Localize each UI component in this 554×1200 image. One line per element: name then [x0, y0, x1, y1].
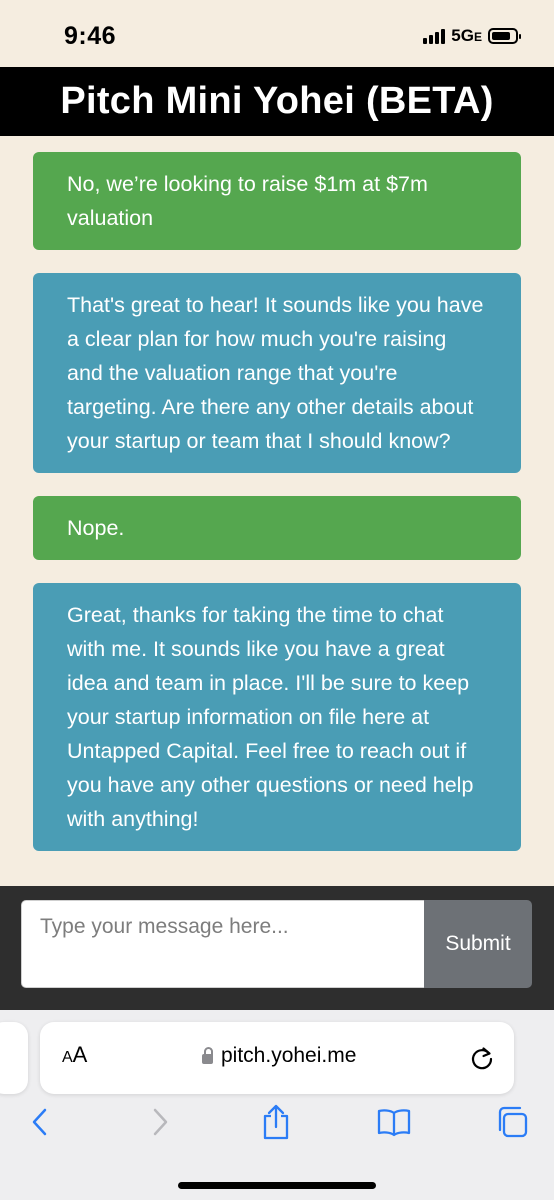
forward-icon[interactable]	[138, 1100, 182, 1144]
bot-message: Great, thanks for taking the time to cha…	[33, 583, 521, 851]
network-type: 5GE	[451, 26, 482, 45]
chat-log: No, we’re looking to raise $1m at $7m va…	[33, 152, 521, 874]
home-indicator	[178, 1182, 376, 1189]
user-message: No, we’re looking to raise $1m at $7m va…	[33, 152, 521, 250]
bookmarks-icon[interactable]	[372, 1100, 416, 1144]
submit-button[interactable]: Submit	[424, 900, 532, 988]
message-input[interactable]	[21, 900, 424, 988]
back-icon[interactable]	[18, 1100, 62, 1144]
url-display[interactable]: pitch.yohei.me	[202, 1044, 356, 1068]
user-message: Nope.	[33, 496, 521, 560]
address-bar[interactable]: AA pitch.yohei.me	[40, 1022, 514, 1094]
cellular-signal-icon	[423, 28, 446, 44]
app-header: Pitch Mini Yohei (BETA)	[0, 67, 554, 136]
message-composer: Submit	[0, 886, 554, 1010]
lock-icon	[202, 1046, 213, 1064]
status-time: 9:46	[64, 22, 117, 50]
url-text: pitch.yohei.me	[221, 1044, 357, 1067]
status-indicators: 5GE	[423, 26, 521, 46]
text-size-button[interactable]: AA	[62, 1042, 87, 1068]
share-icon[interactable]	[254, 1100, 298, 1144]
browser-toolbar	[0, 1100, 554, 1160]
bot-message: That's great to hear! It sounds like you…	[33, 273, 521, 473]
status-bar: 9:46 5GE	[0, 0, 554, 67]
battery-icon	[488, 28, 521, 44]
previous-tab-preview[interactable]	[0, 1022, 28, 1094]
tabs-icon[interactable]	[490, 1100, 534, 1144]
reload-icon[interactable]	[468, 1044, 496, 1072]
browser-chrome: AA pitch.yohei.me	[0, 1010, 554, 1200]
page-title: Pitch Mini Yohei (BETA)	[60, 80, 494, 122]
